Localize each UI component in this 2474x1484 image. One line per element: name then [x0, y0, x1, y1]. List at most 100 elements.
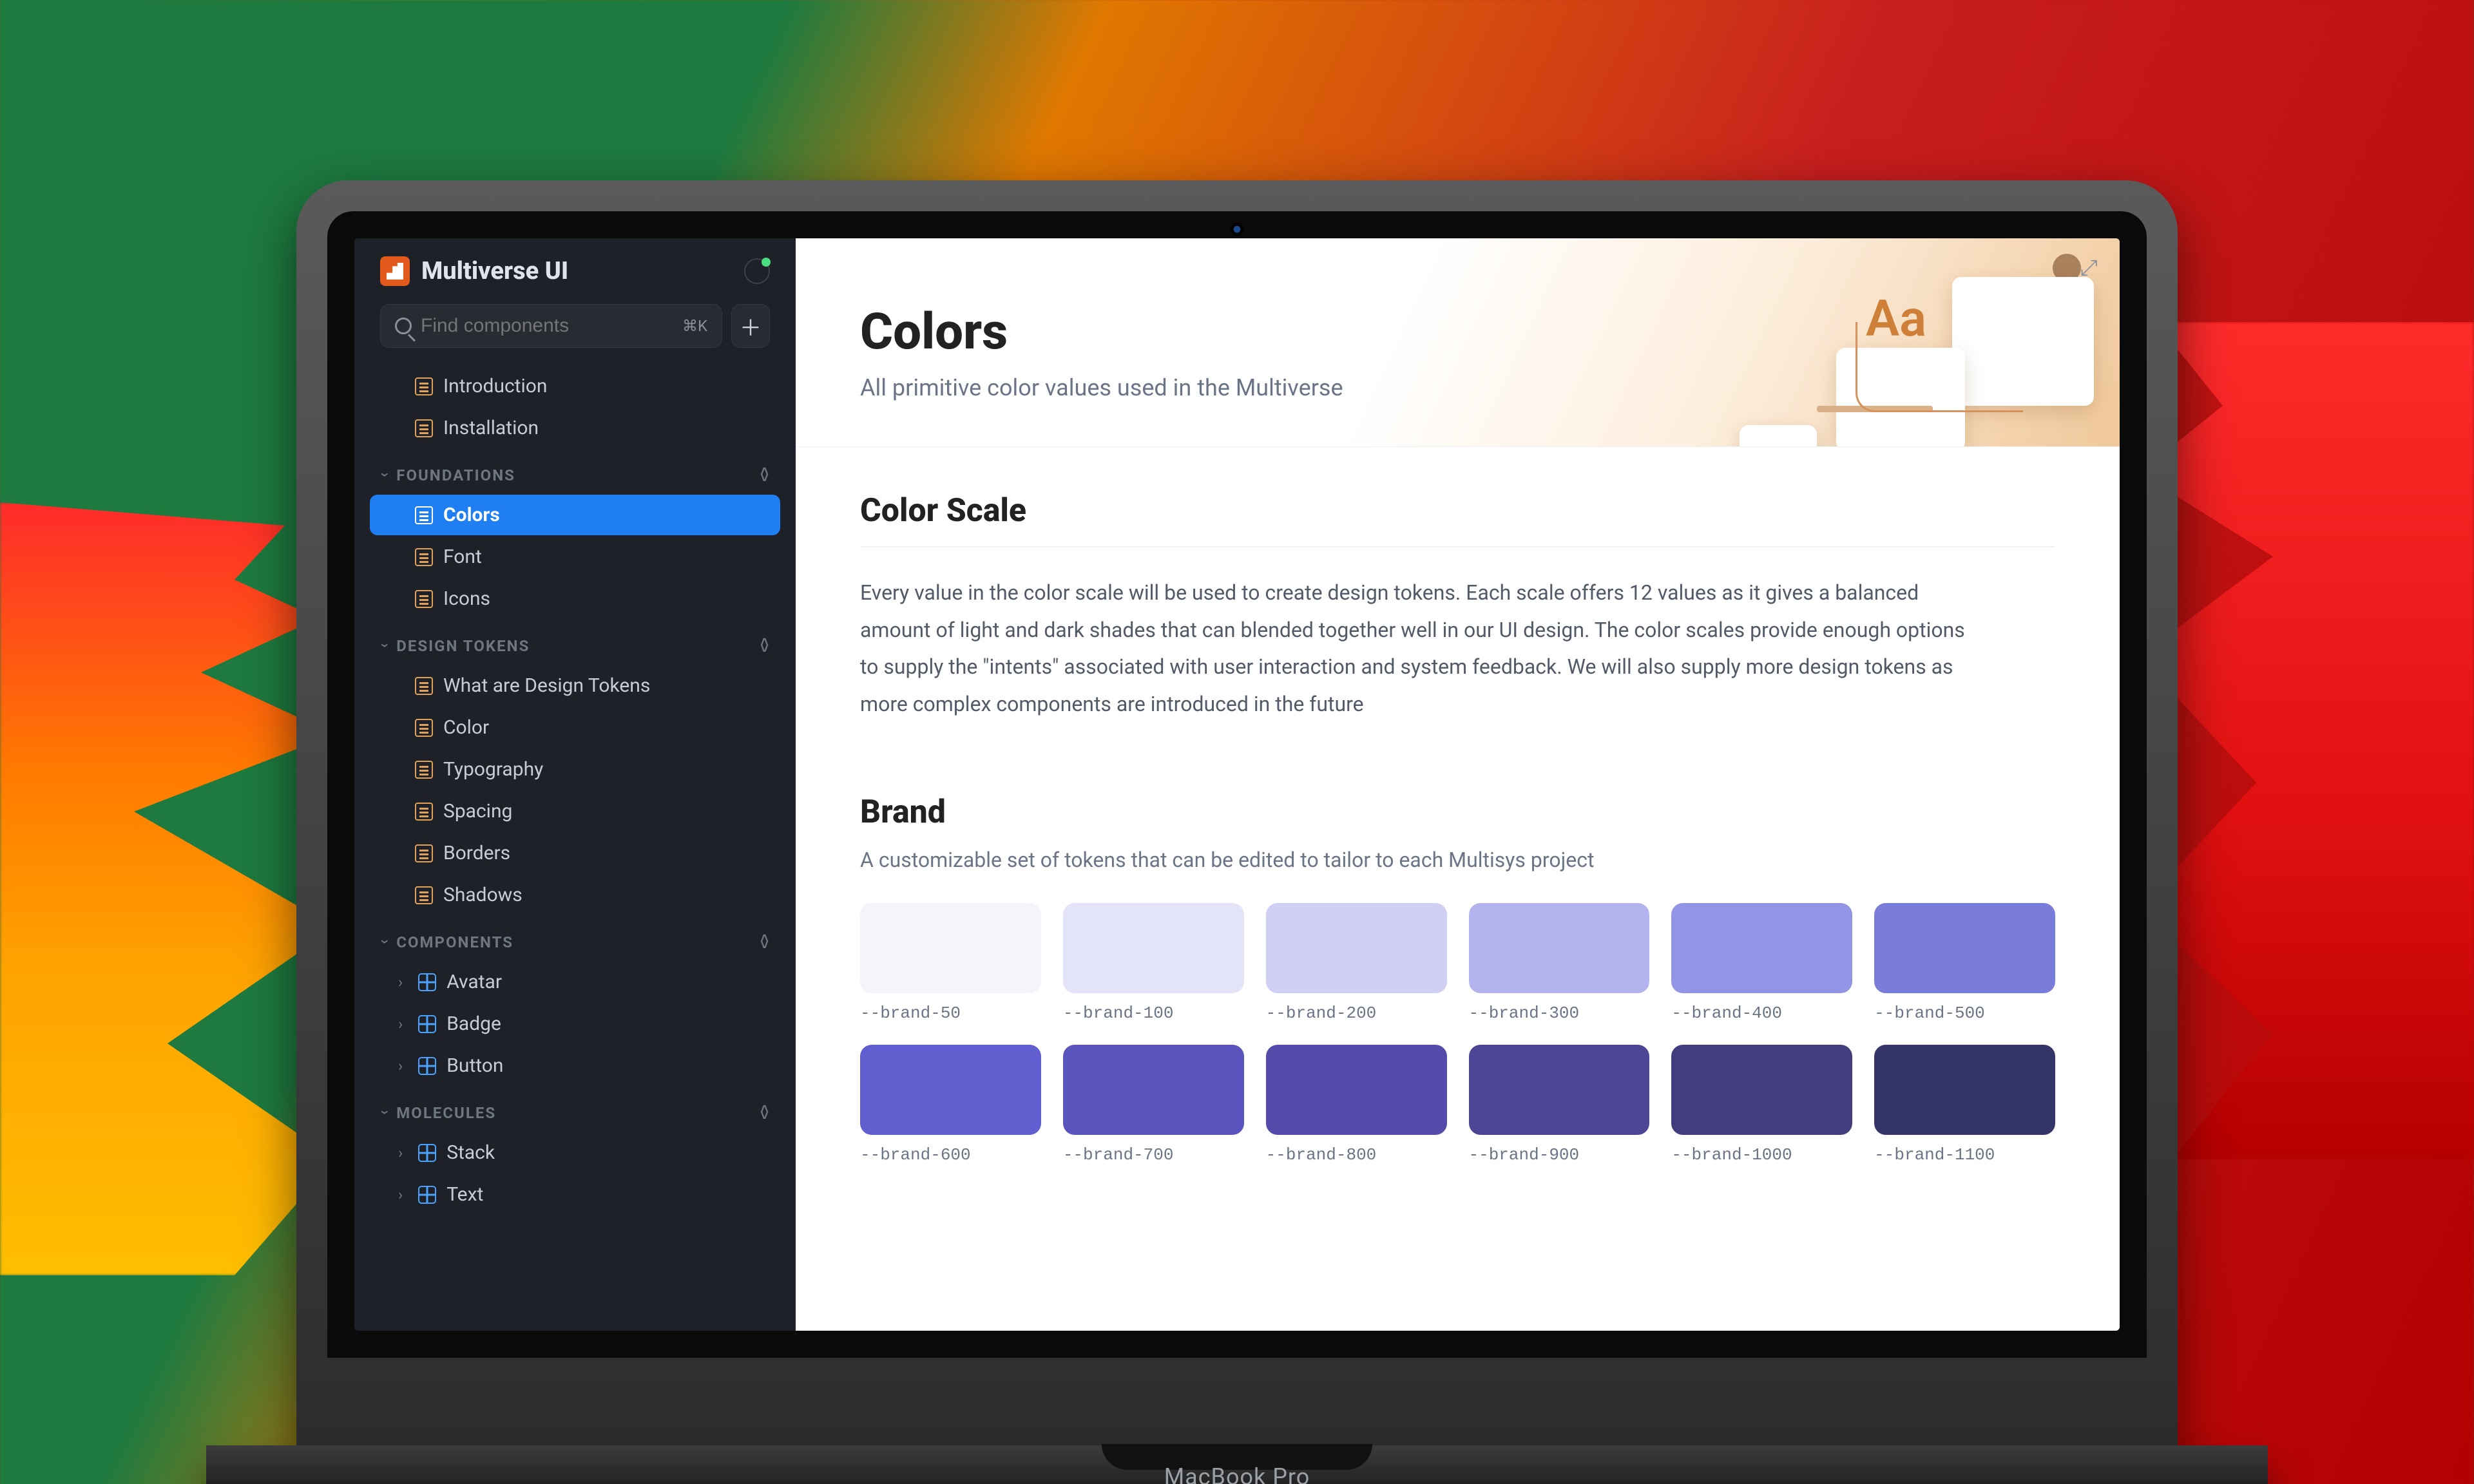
expand-icon[interactable]: ⤢ [2080, 255, 2098, 281]
sidebar-item-stack[interactable]: ›Stack [370, 1132, 780, 1173]
doc-icon [415, 377, 433, 395]
camera-dot [1231, 223, 1243, 236]
sidebar-item-label: Typography [443, 758, 543, 781]
sidebar-item-label: Font [443, 546, 482, 568]
sort-icon[interactable]: ˄˅ [760, 1107, 770, 1119]
swatch-token-label: --brand-700 [1063, 1145, 1244, 1165]
component-icon [418, 1186, 436, 1204]
chevron-right-icon: › [398, 973, 403, 991]
sort-icon[interactable]: ˄˅ [760, 640, 770, 652]
sidebar-item-label: What are Design Tokens [443, 674, 650, 697]
search-input[interactable]: ⌘K [380, 304, 722, 348]
swatch-brand-700[interactable]: --brand-700 [1063, 1045, 1244, 1165]
component-icon [418, 973, 436, 991]
bg-accent-left [0, 502, 335, 1275]
swatch-chip [1469, 1045, 1650, 1135]
swatch-brand-300[interactable]: --brand-300 [1469, 903, 1650, 1023]
doc-icon [415, 803, 433, 821]
sidebar-item-avatar[interactable]: › Avatar [370, 962, 780, 1002]
swatch-token-label: --brand-200 [1266, 1004, 1447, 1023]
sidebar-item-label: Color [443, 716, 489, 739]
sidebar-item-label: Badge [446, 1013, 501, 1035]
search-icon [395, 318, 412, 334]
add-button[interactable]: ＋ [731, 304, 770, 348]
swatch-brand-50[interactable]: --brand-50 [860, 903, 1041, 1023]
chevron-down-icon: › [377, 939, 395, 945]
nav-group-design-tokens[interactable]: ›DESIGN TOKENS˄˅ [354, 620, 796, 664]
sidebar-item-introduction[interactable]: Introduction [370, 366, 780, 406]
sidebar-item-text[interactable]: ›Text [370, 1174, 780, 1215]
sidebar-item-color[interactable]: Color [370, 707, 780, 748]
sidebar-item-label: Avatar [446, 971, 502, 993]
sidebar-item-colors[interactable]: Colors [370, 495, 780, 535]
laptop-notch [1102, 1444, 1372, 1470]
swatch-brand-600[interactable]: --brand-600 [860, 1045, 1041, 1165]
app-name: Multiverse UI [421, 257, 568, 285]
sidebar-item-icons[interactable]: Icons [370, 578, 780, 619]
sidebar-item-button[interactable]: › Button [370, 1045, 780, 1086]
swatch-brand-200[interactable]: --brand-200 [1266, 903, 1447, 1023]
sidebar-item-typography[interactable]: Typography [370, 749, 780, 790]
sort-icon[interactable]: ˄˅ [760, 469, 770, 482]
chevron-right-icon: › [398, 1015, 403, 1033]
swatch-brand-1100[interactable]: --brand-1100 [1874, 1045, 2055, 1165]
swatch-brand-100[interactable]: --brand-100 [1063, 903, 1244, 1023]
section-brand: Brand A customizable set of tokens that … [796, 748, 2120, 1190]
sidebar-item-label: Shadows [443, 884, 523, 906]
page-title: Colors [860, 303, 2055, 361]
nav-group-foundations[interactable]: ›FOUNDATIONS˄˅ [354, 450, 796, 493]
doc-icon [415, 886, 433, 904]
sidebar-item-label: Installation [443, 417, 539, 439]
swatch-brand-900[interactable]: --brand-900 [1469, 1045, 1650, 1165]
swatch-token-label: --brand-1100 [1874, 1145, 2055, 1165]
group-title: MOLECULES [396, 1104, 496, 1122]
swatch-chip [1671, 903, 1852, 993]
swatch-chip [860, 903, 1041, 993]
sidebar-item-what-are-design-tokens[interactable]: What are Design Tokens [370, 665, 780, 706]
sidebar-item-spacing[interactable]: Spacing [370, 791, 780, 832]
swatch-brand-1000[interactable]: --brand-1000 [1671, 1045, 1852, 1165]
page-hero: Colors All primitive color values used i… [796, 238, 2120, 447]
avatar-icon [2053, 254, 2081, 282]
swatch-chip [1266, 1045, 1447, 1135]
swatch-token-label: --brand-1000 [1671, 1145, 1852, 1165]
chevron-right-icon: › [398, 1057, 403, 1075]
sort-icon[interactable]: ˄˅ [760, 936, 770, 949]
swatch-token-label: --brand-100 [1063, 1004, 1244, 1023]
nav-group-components[interactable]: ›COMPONENTS ˄˅ [354, 917, 796, 960]
doc-icon [415, 548, 433, 566]
swatch-chip [1874, 903, 2055, 993]
swatch-brand-500[interactable]: --brand-500 [1874, 903, 2055, 1023]
sidebar-item-borders[interactable]: Borders [370, 833, 780, 873]
sidebar-item-label: Button [446, 1054, 503, 1077]
sidebar-item-installation[interactable]: Installation [370, 408, 780, 448]
brand-sub: A customizable set of tokens that can be… [860, 848, 2055, 872]
sidebar: Multiverse UI ⌘K ＋ Introduction Installat… [354, 238, 796, 1331]
laptop-frame: Multiverse UI ⌘K ＋ Introduction Installat… [296, 180, 2178, 1484]
laptop-base [206, 1445, 2268, 1484]
swatch-brand-400[interactable]: --brand-400 [1671, 903, 1852, 1023]
group-title: FOUNDATIONS [396, 466, 515, 484]
swatch-chip [860, 1045, 1041, 1135]
group-title: COMPONENTS [396, 933, 513, 951]
swatch-chip [1874, 1045, 2055, 1135]
sidebar-item-font[interactable]: Font [370, 537, 780, 577]
app-logo-icon [380, 256, 410, 286]
theme-toggle[interactable] [744, 258, 770, 284]
sidebar-item-shadows[interactable]: Shadows [370, 875, 780, 915]
sidebar-item-label: Icons [443, 587, 490, 610]
sidebar-item-label: Colors [443, 504, 500, 526]
doc-icon [415, 844, 433, 862]
scale-body: Every value in the color scale will be u… [860, 575, 1988, 723]
search-field[interactable] [421, 315, 673, 337]
sidebar-item-label: Spacing [443, 800, 512, 823]
swatch-token-label: --brand-50 [860, 1004, 1041, 1023]
sidebar-item-badge[interactable]: › Badge [370, 1004, 780, 1044]
nav-group-molecules[interactable]: ›MOLECULES˄˅ [354, 1087, 796, 1131]
group-title: DESIGN TOKENS [396, 637, 530, 655]
section-color-scale: Color Scale Every value in the color sca… [796, 447, 2120, 748]
bg-accent-right [2139, 322, 2474, 1159]
chevron-right-icon: › [398, 1186, 403, 1204]
swatch-brand-800[interactable]: --brand-800 [1266, 1045, 1447, 1165]
sidebar-item-label: Borders [443, 842, 510, 864]
